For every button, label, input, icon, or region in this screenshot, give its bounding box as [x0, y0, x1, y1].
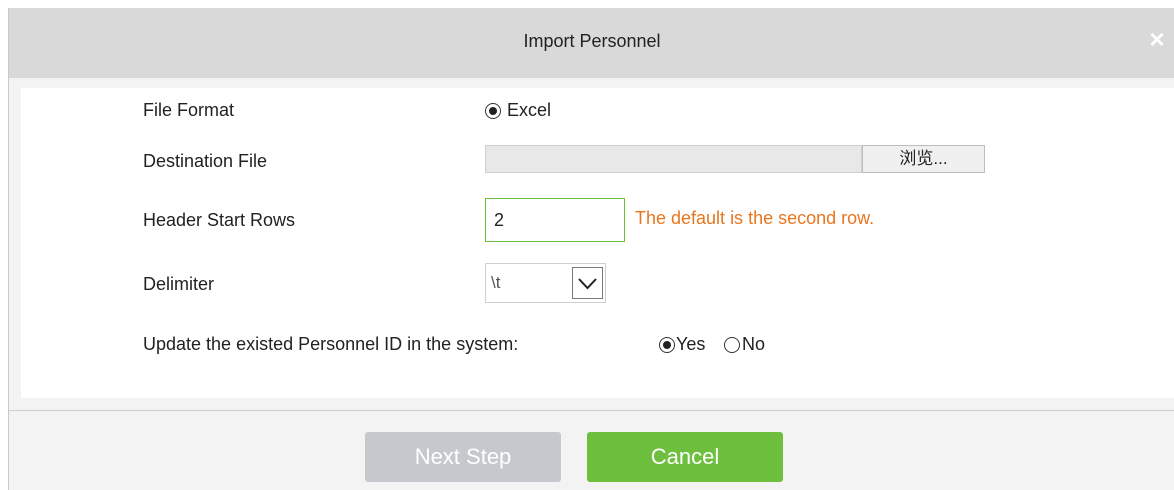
delimiter-select[interactable]: \t	[485, 263, 606, 303]
close-icon[interactable]: ×	[1142, 24, 1172, 54]
update-existing-label: Update the existed Personnel ID in the s…	[143, 334, 519, 354]
next-step-button[interactable]: Next Step	[365, 432, 561, 482]
update-yes-label[interactable]: Yes	[676, 334, 705, 355]
update-yes-radio[interactable]	[659, 337, 675, 353]
destination-file-path[interactable]	[485, 145, 862, 173]
footer-divider	[9, 410, 1174, 411]
header-start-rows-input[interactable]	[485, 198, 625, 242]
file-format-label: File Format	[143, 100, 235, 120]
browse-button[interactable]: 浏览...	[862, 145, 985, 173]
import-personnel-dialog: Import Personnel × File Format Excel Des…	[8, 8, 1174, 490]
chevron-down-icon[interactable]	[572, 267, 603, 299]
update-no-radio[interactable]	[724, 337, 740, 353]
excel-radio[interactable]	[485, 103, 501, 119]
header-start-rows-label: Header Start Rows	[143, 210, 296, 230]
excel-option-label[interactable]: Excel	[507, 100, 551, 121]
delimiter-label: Delimiter	[143, 274, 215, 294]
delimiter-value: \t	[491, 273, 501, 292]
cancel-button[interactable]: Cancel	[587, 432, 783, 482]
dialog-content: File Format Excel Destination File 浏览...…	[21, 88, 1174, 398]
header-start-rows-hint: The default is the second row.	[635, 208, 875, 228]
update-no-label[interactable]: No	[742, 334, 765, 355]
destination-file-label: Destination File	[143, 151, 268, 171]
dialog-title: Import Personnel	[523, 31, 661, 51]
dialog-titlebar: Import Personnel ×	[9, 8, 1174, 78]
